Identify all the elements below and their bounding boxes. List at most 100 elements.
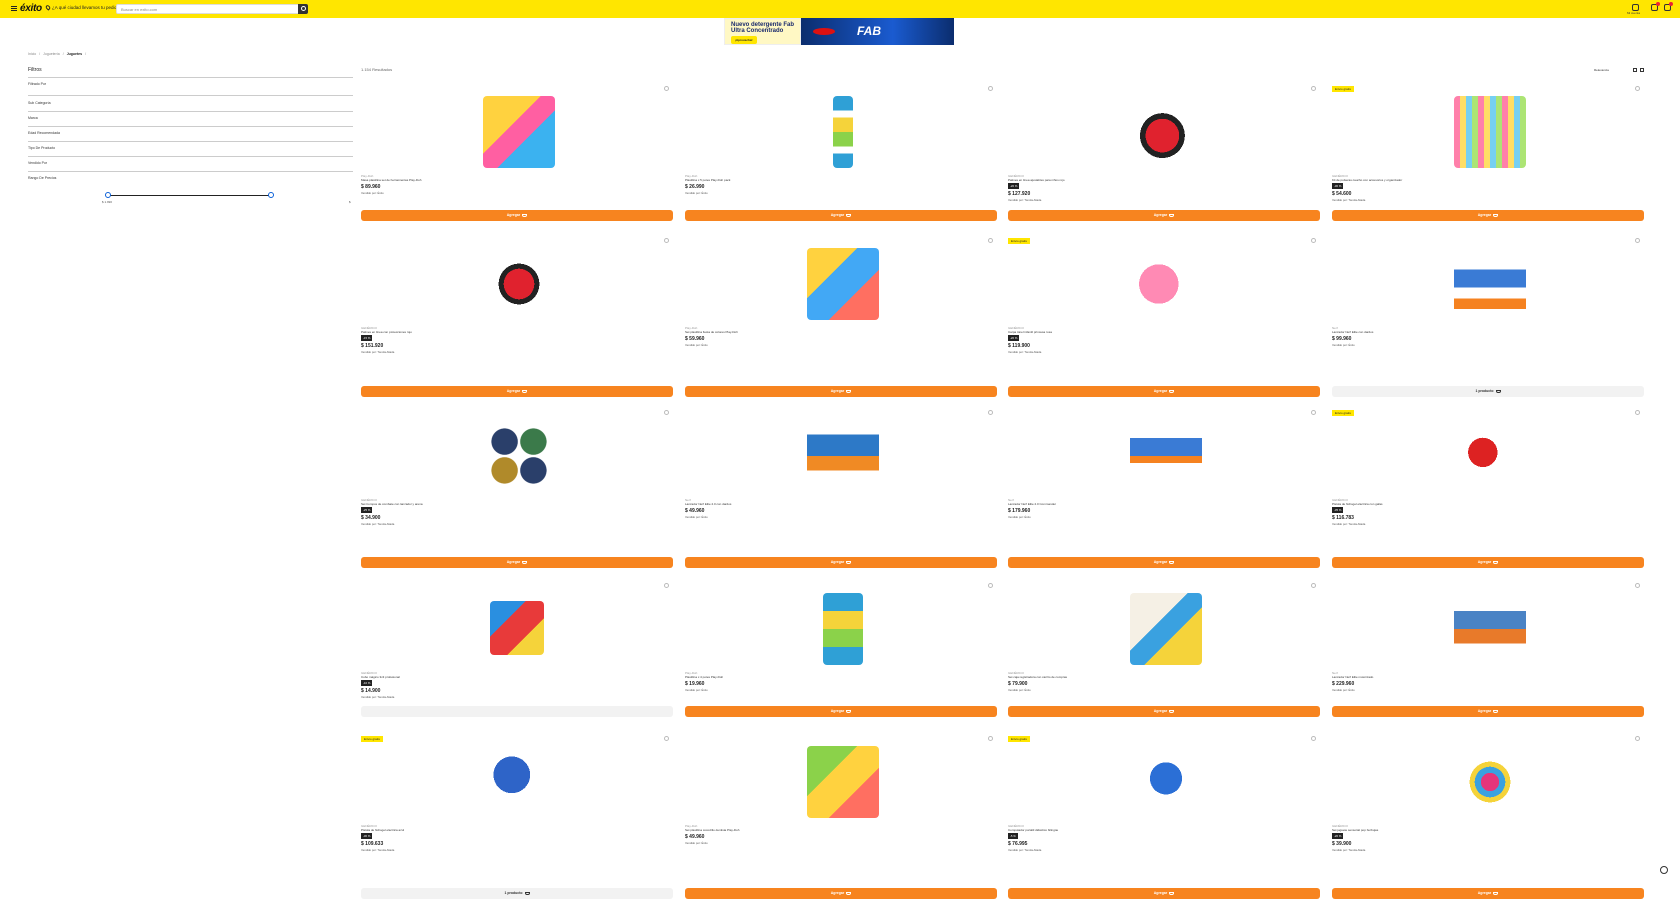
product-image[interactable] [483,96,555,168]
favorite-heart-icon[interactable] [1311,583,1316,588]
grid-view-icon[interactable] [1633,68,1637,72]
product-image[interactable] [1130,593,1202,665]
product-image[interactable] [1130,420,1202,492]
product-title[interactable]: Set juguete sensorial pop burbujas [1332,828,1532,832]
favorite-heart-icon[interactable] [664,86,669,91]
product-title[interactable]: Lanzador Nerf Elite con dardos [1332,330,1532,334]
add-to-cart-button[interactable]: Agregar [361,386,673,397]
search-input[interactable]: Buscar en exito.com [116,4,308,14]
breadcrumb-jugueteria[interactable]: Juguetería [43,52,60,56]
product-title[interactable]: Plastilina x 5 potes Play-Doh pack [685,178,885,182]
location-selector[interactable]: ¿A qué ciudad llevamos tu pedido? [44,4,122,11]
product-image[interactable] [823,593,863,665]
product-image[interactable] [483,248,555,320]
product-title[interactable]: Kit de pulseras caucho con accesorios y … [1332,178,1532,182]
favorite-heart-icon[interactable] [1635,238,1640,243]
favorite-heart-icon[interactable] [1635,86,1640,91]
filter-filtrado-por[interactable]: Filtrado Por [28,82,46,86]
promo-banner[interactable]: Nuevo detergente Fab Ultra Concentrado ¡… [724,18,954,45]
favorite-heart-icon[interactable] [988,583,993,588]
product-image[interactable] [807,248,879,320]
filter-tipo-producto[interactable]: Tipo De Producto [28,146,55,150]
product-title[interactable]: Masa plastilina set de herramientas Play… [361,178,561,182]
add-to-cart-button[interactable]: Agregar [1332,210,1644,221]
favorite-heart-icon[interactable] [664,410,669,415]
product-image[interactable] [1130,746,1202,818]
product-title[interactable]: Set plastilina cocodrilo dentista Play-D… [685,828,885,832]
favorite-heart-icon[interactable] [664,736,669,741]
product-image[interactable] [833,96,853,168]
product-image[interactable] [1454,248,1526,320]
add-to-cart-button[interactable]: Agregar [685,706,997,717]
favorite-heart-icon[interactable] [988,410,993,415]
product-title[interactable]: Pistola de hidrogel eléctrica azul [361,828,561,832]
product-image[interactable] [1130,96,1202,168]
user-icon[interactable] [1632,4,1639,11]
banner-cta[interactable]: ¡Aprovecha! [731,36,757,44]
product-title[interactable]: Set plastilina fiesta de colores Play-Do… [685,330,885,334]
product-title[interactable]: Lanzador Nerf Elite motorizado [1332,675,1532,679]
price-slider-max-handle[interactable] [268,192,274,198]
product-image[interactable] [1454,420,1526,492]
product-image[interactable] [483,746,555,818]
favorite-heart-icon[interactable] [664,238,669,243]
chat-icon[interactable] [1660,866,1668,874]
price-slider-min-handle[interactable] [105,192,111,198]
product-title[interactable]: Lanzador Nerf Elite 2.0 Commander [1008,502,1208,506]
product-title[interactable]: Patines en línea con protecciones rojo [361,330,561,334]
product-image[interactable] [1454,746,1526,818]
favorite-heart-icon[interactable] [1311,736,1316,741]
add-to-cart-button[interactable]: Agregar [1332,706,1644,717]
add-to-cart-button[interactable]: Agregar [1008,706,1320,717]
breadcrumb-home[interactable]: Inicio [28,52,36,56]
product-title[interactable]: Patines en línea ajustables para niños r… [1008,178,1208,182]
product-image[interactable] [1454,96,1526,168]
product-image[interactable] [807,420,879,492]
add-to-cart-button[interactable]: Agregar [1008,557,1320,568]
menu-icon[interactable] [11,6,17,11]
favorite-heart-icon[interactable] [988,736,993,741]
add-to-cart-button[interactable]: Agregar [1008,210,1320,221]
add-to-cart-button[interactable]: Agregar [1332,557,1644,568]
favorite-heart-icon[interactable] [988,238,993,243]
product-image[interactable] [1130,248,1202,320]
add-to-cart-button[interactable]: Agregar [685,557,997,568]
add-to-cart-button[interactable]: Agregar [685,386,997,397]
exito-logo[interactable]: éxito [20,3,42,14]
add-to-cart-button[interactable]: Agregar [1008,386,1320,397]
product-image[interactable] [807,746,879,818]
product-title[interactable]: Pistola de hidrogel eléctrica con gafas [1332,502,1532,506]
product-title[interactable]: Carpa túnel infantil princesa rosa [1008,330,1208,334]
product-title[interactable]: Set caja registradora con carrito de com… [1008,675,1208,679]
filter-marca[interactable]: Marca [28,116,38,120]
favorite-heart-icon[interactable] [1311,238,1316,243]
add-to-cart-button[interactable]: Agregar [361,557,673,568]
account-label[interactable]: Mi cuenta [1627,11,1640,15]
filter-vendido-por[interactable]: Vendido Por [28,161,47,165]
add-to-cart-button[interactable]: 1 producto [1332,386,1644,397]
favorite-heart-icon[interactable] [1635,583,1640,588]
favorite-heart-icon[interactable] [1311,86,1316,91]
product-title[interactable]: Set trompos de combate con lanzador y ar… [361,502,561,506]
filter-edad[interactable]: Edad Recomendada [28,131,60,135]
list-view-icon[interactable] [1640,68,1644,72]
add-to-cart-button[interactable]: Agregar [361,210,673,221]
favorite-heart-icon[interactable] [664,583,669,588]
sort-select[interactable]: Relevancia [1594,68,1609,72]
price-slider-track[interactable] [108,195,272,196]
product-title[interactable]: Computador portátil didáctico bilingüe [1008,828,1208,832]
product-title[interactable]: Cubo mágico 3x3 profesional [361,675,561,679]
favorite-heart-icon[interactable] [1635,736,1640,741]
product-image[interactable] [1454,593,1526,665]
filter-sub-categoria[interactable]: Sub Categoría [28,101,51,105]
add-to-cart-button[interactable]: Agregar [685,210,997,221]
favorite-heart-icon[interactable] [1311,410,1316,415]
favorite-heart-icon[interactable] [988,86,993,91]
product-image[interactable] [483,420,555,492]
filter-rango-precios[interactable]: Rango De Precios [28,176,56,180]
product-title[interactable]: Lanzador Nerf Elite 2.0 con dardos [685,502,885,506]
product-title[interactable]: Plastilina x 4 potes Play-Doh [685,675,885,679]
search-button[interactable] [298,4,308,14]
product-image[interactable] [490,601,544,655]
favorite-heart-icon[interactable] [1635,410,1640,415]
